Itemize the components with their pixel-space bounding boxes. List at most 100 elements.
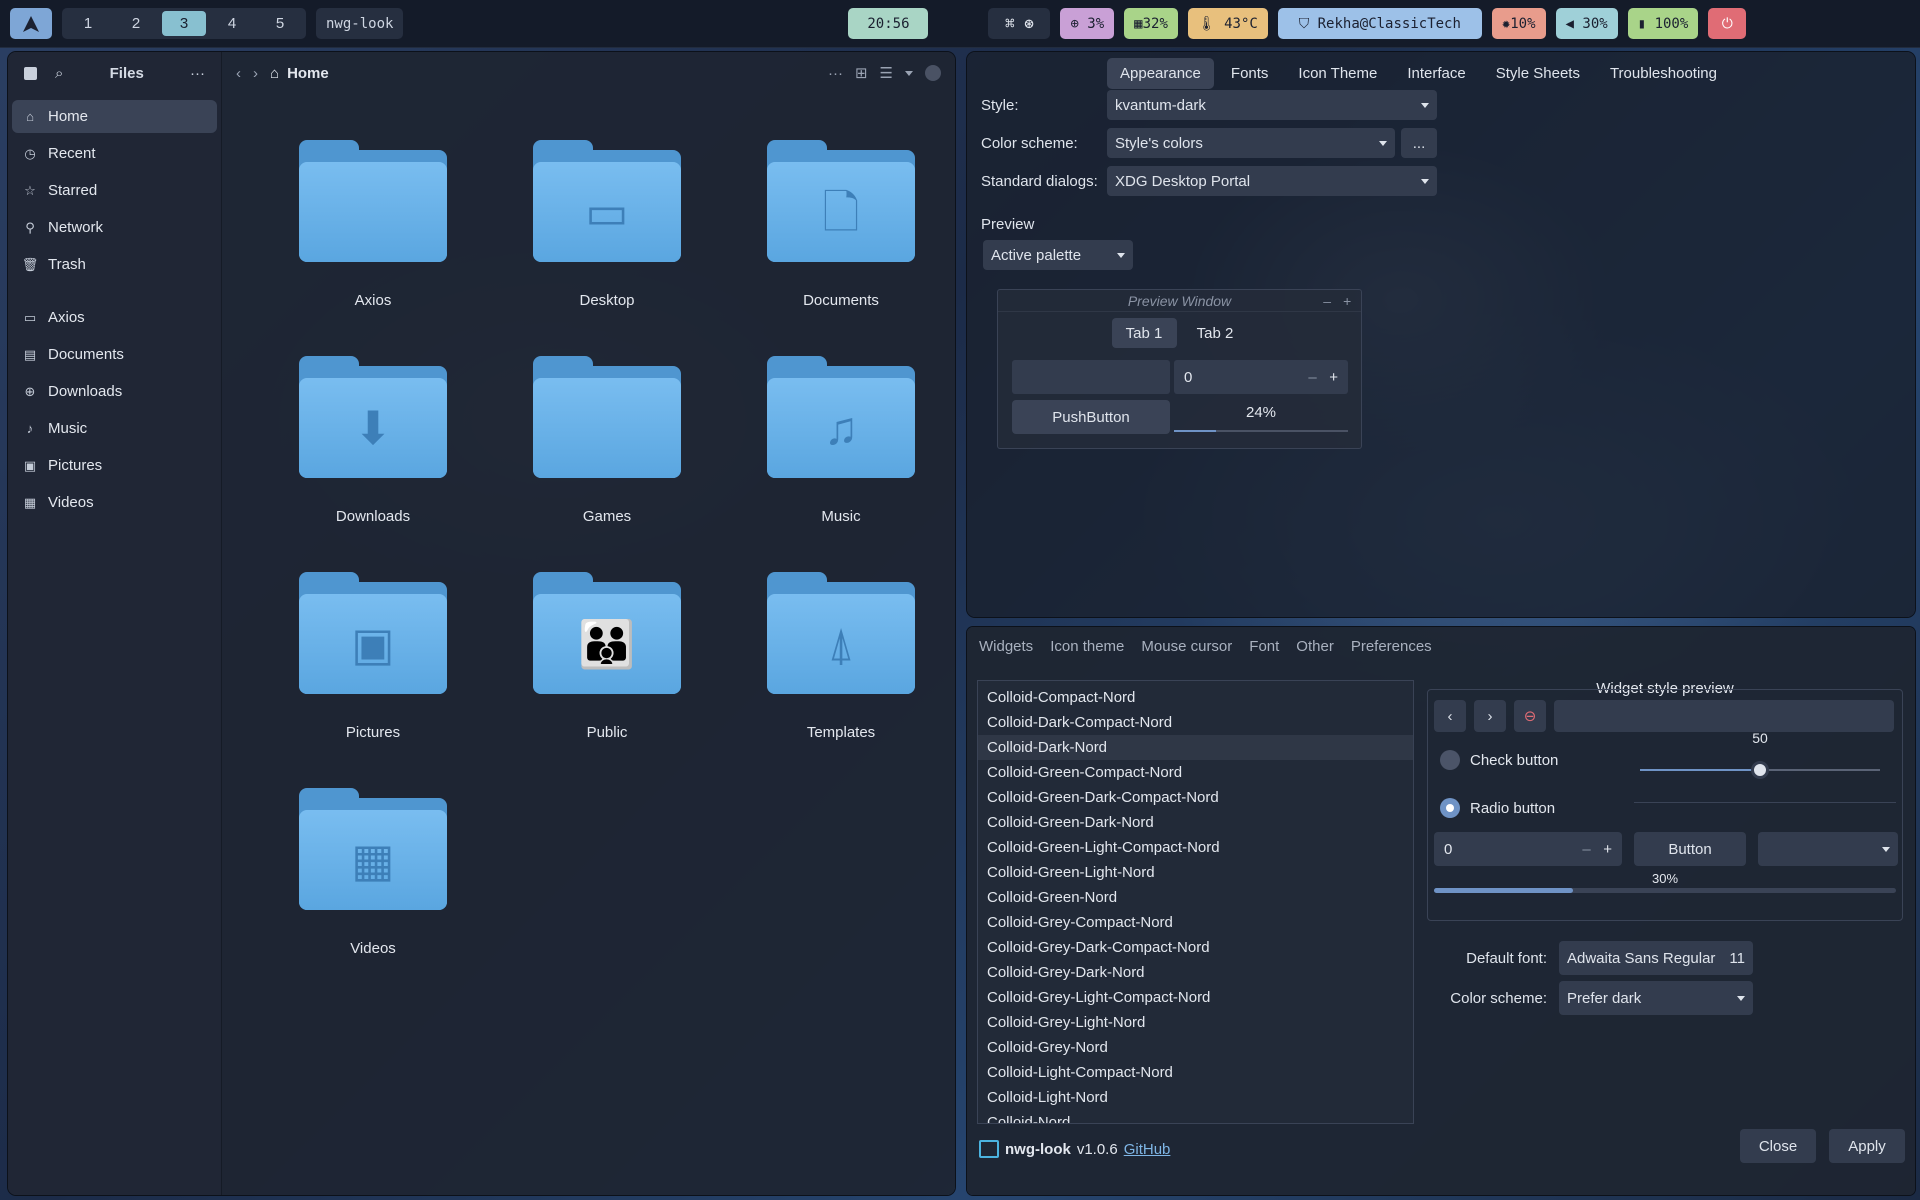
- close-button[interactable]: Close: [1740, 1129, 1816, 1163]
- theme-list-item[interactable]: Colloid-Grey-Light-Compact-Nord: [978, 985, 1413, 1010]
- preview-push-button[interactable]: PushButton: [1012, 400, 1170, 434]
- sidebar-item-starred[interactable]: ☆ Starred: [12, 174, 217, 207]
- theme-list-item[interactable]: Colloid-Light-Nord: [978, 1085, 1413, 1110]
- folder-item-desktop[interactable]: ▭ Desktop: [490, 140, 724, 356]
- theme-list-item[interactable]: Colloid-Light-Compact-Nord: [978, 1060, 1413, 1085]
- sidebar-item-documents[interactable]: ▤ Documents: [12, 338, 217, 371]
- sidebar-item-videos[interactable]: ▦ Videos: [12, 486, 217, 519]
- sidebar-item-axios[interactable]: ▭ Axios: [12, 301, 217, 334]
- theme-list-item[interactable]: Colloid-Compact-Nord: [978, 685, 1413, 710]
- new-folder-icon[interactable]: ⊞: [855, 64, 868, 82]
- folder-item-music[interactable]: ♫ Music: [724, 356, 955, 572]
- folder-item-pictures[interactable]: ▣ Pictures: [256, 572, 490, 788]
- preview-dropdown[interactable]: [1758, 832, 1898, 866]
- github-link[interactable]: GitHub: [1124, 1141, 1171, 1158]
- sidebar-toggle-icon[interactable]: [24, 66, 37, 80]
- sidebar-item-downloads[interactable]: ⊕ Downloads: [12, 375, 217, 408]
- back-icon[interactable]: ‹: [236, 65, 241, 82]
- power-icon[interactable]: ⏻: [1708, 8, 1747, 39]
- maximize-icon[interactable]: +: [1343, 293, 1351, 309]
- folder-item-templates[interactable]: ⍋ Templates: [724, 572, 955, 788]
- theme-list-item[interactable]: Colloid-Grey-Dark-Nord: [978, 960, 1413, 985]
- default-font-button[interactable]: Adwaita Sans Regular 11: [1559, 941, 1753, 975]
- workspace-1[interactable]: 1: [66, 11, 110, 36]
- sidebar-item-network[interactable]: ⚲ Network: [12, 211, 217, 244]
- theme-list-item[interactable]: Colloid-Green-Nord: [978, 885, 1413, 910]
- clock[interactable]: 20:56: [848, 8, 929, 39]
- tab-preferences[interactable]: Preferences: [1351, 638, 1432, 655]
- preview-tab-2[interactable]: Tab 2: [1183, 318, 1248, 348]
- radio-button[interactable]: Radio button: [1440, 792, 1555, 824]
- minus-icon[interactable]: –: [1582, 841, 1590, 858]
- memory-indicator[interactable]: ▦ 32%: [1124, 8, 1178, 39]
- theme-list-item[interactable]: Colloid-Green-Light-Nord: [978, 860, 1413, 885]
- folder-item-documents[interactable]: 🗋 Documents: [724, 140, 955, 356]
- palette-combo[interactable]: Active palette: [983, 240, 1133, 270]
- tab-icon-theme[interactable]: Icon Theme: [1285, 58, 1390, 89]
- sidebar-item-trash[interactable]: 🗑 Trash: [12, 248, 217, 281]
- search-icon[interactable]: ⌕: [55, 65, 63, 82]
- theme-list-item[interactable]: Colloid-Green-Dark-Nord: [978, 810, 1413, 835]
- arch-logo-icon[interactable]: [10, 8, 52, 39]
- preview-line-edit[interactable]: [1012, 360, 1170, 394]
- chevron-right-icon[interactable]: ›: [1474, 700, 1506, 732]
- breadcrumb[interactable]: ⌂ Home: [270, 65, 816, 82]
- color-scheme-combo[interactable]: Style's colors: [1107, 128, 1395, 158]
- theme-list-item[interactable]: Colloid-Green-Dark-Compact-Nord: [978, 785, 1413, 810]
- network-indicator[interactable]: ⛉ Rekha@ClassicTech: [1277, 8, 1482, 39]
- menu-icon[interactable]: ···: [190, 65, 205, 82]
- folder-item-public[interactable]: 👪 Public: [490, 572, 724, 788]
- theme-list-item[interactable]: Colloid-Green-Compact-Nord: [978, 760, 1413, 785]
- theme-list-item[interactable]: Colloid-Dark-Nord: [978, 735, 1413, 760]
- stop-icon[interactable]: ⊖: [1514, 700, 1546, 732]
- preview-spinbox[interactable]: 0 – +: [1174, 360, 1348, 394]
- slider-track[interactable]: [1640, 761, 1880, 779]
- workspace-2[interactable]: 2: [114, 11, 158, 36]
- tray-icons[interactable]: ⌘ ⊛: [988, 8, 1051, 39]
- tab-other[interactable]: Other: [1296, 638, 1334, 655]
- color-scheme-more-button[interactable]: ...: [1401, 128, 1437, 158]
- theme-list-item[interactable]: Colloid-Grey-Compact-Nord: [978, 910, 1413, 935]
- theme-list-item[interactable]: Colloid-Grey-Dark-Compact-Nord: [978, 935, 1413, 960]
- volume-indicator[interactable]: ◀ 30%: [1555, 8, 1618, 39]
- brightness-indicator[interactable]: ✹ 10%: [1491, 8, 1546, 39]
- gtk-spinbox[interactable]: 0 – +: [1434, 832, 1622, 866]
- tab-troubleshooting[interactable]: Troubleshooting: [1597, 58, 1730, 89]
- preview-tab-1[interactable]: Tab 1: [1111, 318, 1177, 348]
- temperature-indicator[interactable]: 🌡 43°C: [1187, 8, 1268, 39]
- sidebar-item-pictures[interactable]: ▣ Pictures: [12, 449, 217, 482]
- preview-entry[interactable]: [1554, 700, 1894, 732]
- sidebar-item-music[interactable]: ♪ Music: [12, 412, 217, 445]
- plus-icon[interactable]: +: [1329, 369, 1338, 386]
- sidebar-item-home[interactable]: ⌂ Home: [12, 100, 217, 133]
- forward-icon[interactable]: ›: [253, 65, 258, 82]
- theme-list-item[interactable]: Colloid-Nord: [978, 1110, 1413, 1123]
- slider-knob[interactable]: [1751, 761, 1769, 779]
- tab-font[interactable]: Font: [1249, 638, 1279, 655]
- style-combo[interactable]: kvantum-dark: [1107, 90, 1437, 120]
- check-button[interactable]: Check button: [1440, 744, 1558, 776]
- tab-interface[interactable]: Interface: [1394, 58, 1478, 89]
- tab-mouse-cursor[interactable]: Mouse cursor: [1141, 638, 1232, 655]
- theme-list-item[interactable]: Colloid-Grey-Light-Nord: [978, 1010, 1413, 1035]
- battery-indicator[interactable]: ▮ 100%: [1627, 8, 1699, 39]
- tab-style-sheets[interactable]: Style Sheets: [1483, 58, 1593, 89]
- view-options-icon[interactable]: [905, 70, 913, 76]
- workspace-3[interactable]: 3: [162, 11, 206, 36]
- theme-list-item[interactable]: Colloid-Dark-Compact-Nord: [978, 710, 1413, 735]
- gtk-color-scheme-combo[interactable]: Prefer dark: [1559, 981, 1753, 1015]
- folder-item-games[interactable]: Games: [490, 356, 724, 572]
- tab-widgets[interactable]: Widgets: [979, 638, 1033, 655]
- workspace-5[interactable]: 5: [258, 11, 302, 36]
- theme-list-item[interactable]: Colloid-Grey-Nord: [978, 1035, 1413, 1060]
- window-control-icon[interactable]: [925, 65, 941, 81]
- more-options-icon[interactable]: ···: [828, 65, 843, 82]
- folder-item-videos[interactable]: ▦ Videos: [256, 788, 490, 1004]
- view-list-icon[interactable]: ☰: [880, 64, 893, 82]
- dialogs-combo[interactable]: XDG Desktop Portal: [1107, 166, 1437, 196]
- workspace-4[interactable]: 4: [210, 11, 254, 36]
- plus-icon[interactable]: +: [1603, 841, 1612, 858]
- theme-list-item[interactable]: Colloid-Green-Light-Compact-Nord: [978, 835, 1413, 860]
- minimize-icon[interactable]: –: [1323, 293, 1331, 309]
- tab-fonts[interactable]: Fonts: [1218, 58, 1282, 89]
